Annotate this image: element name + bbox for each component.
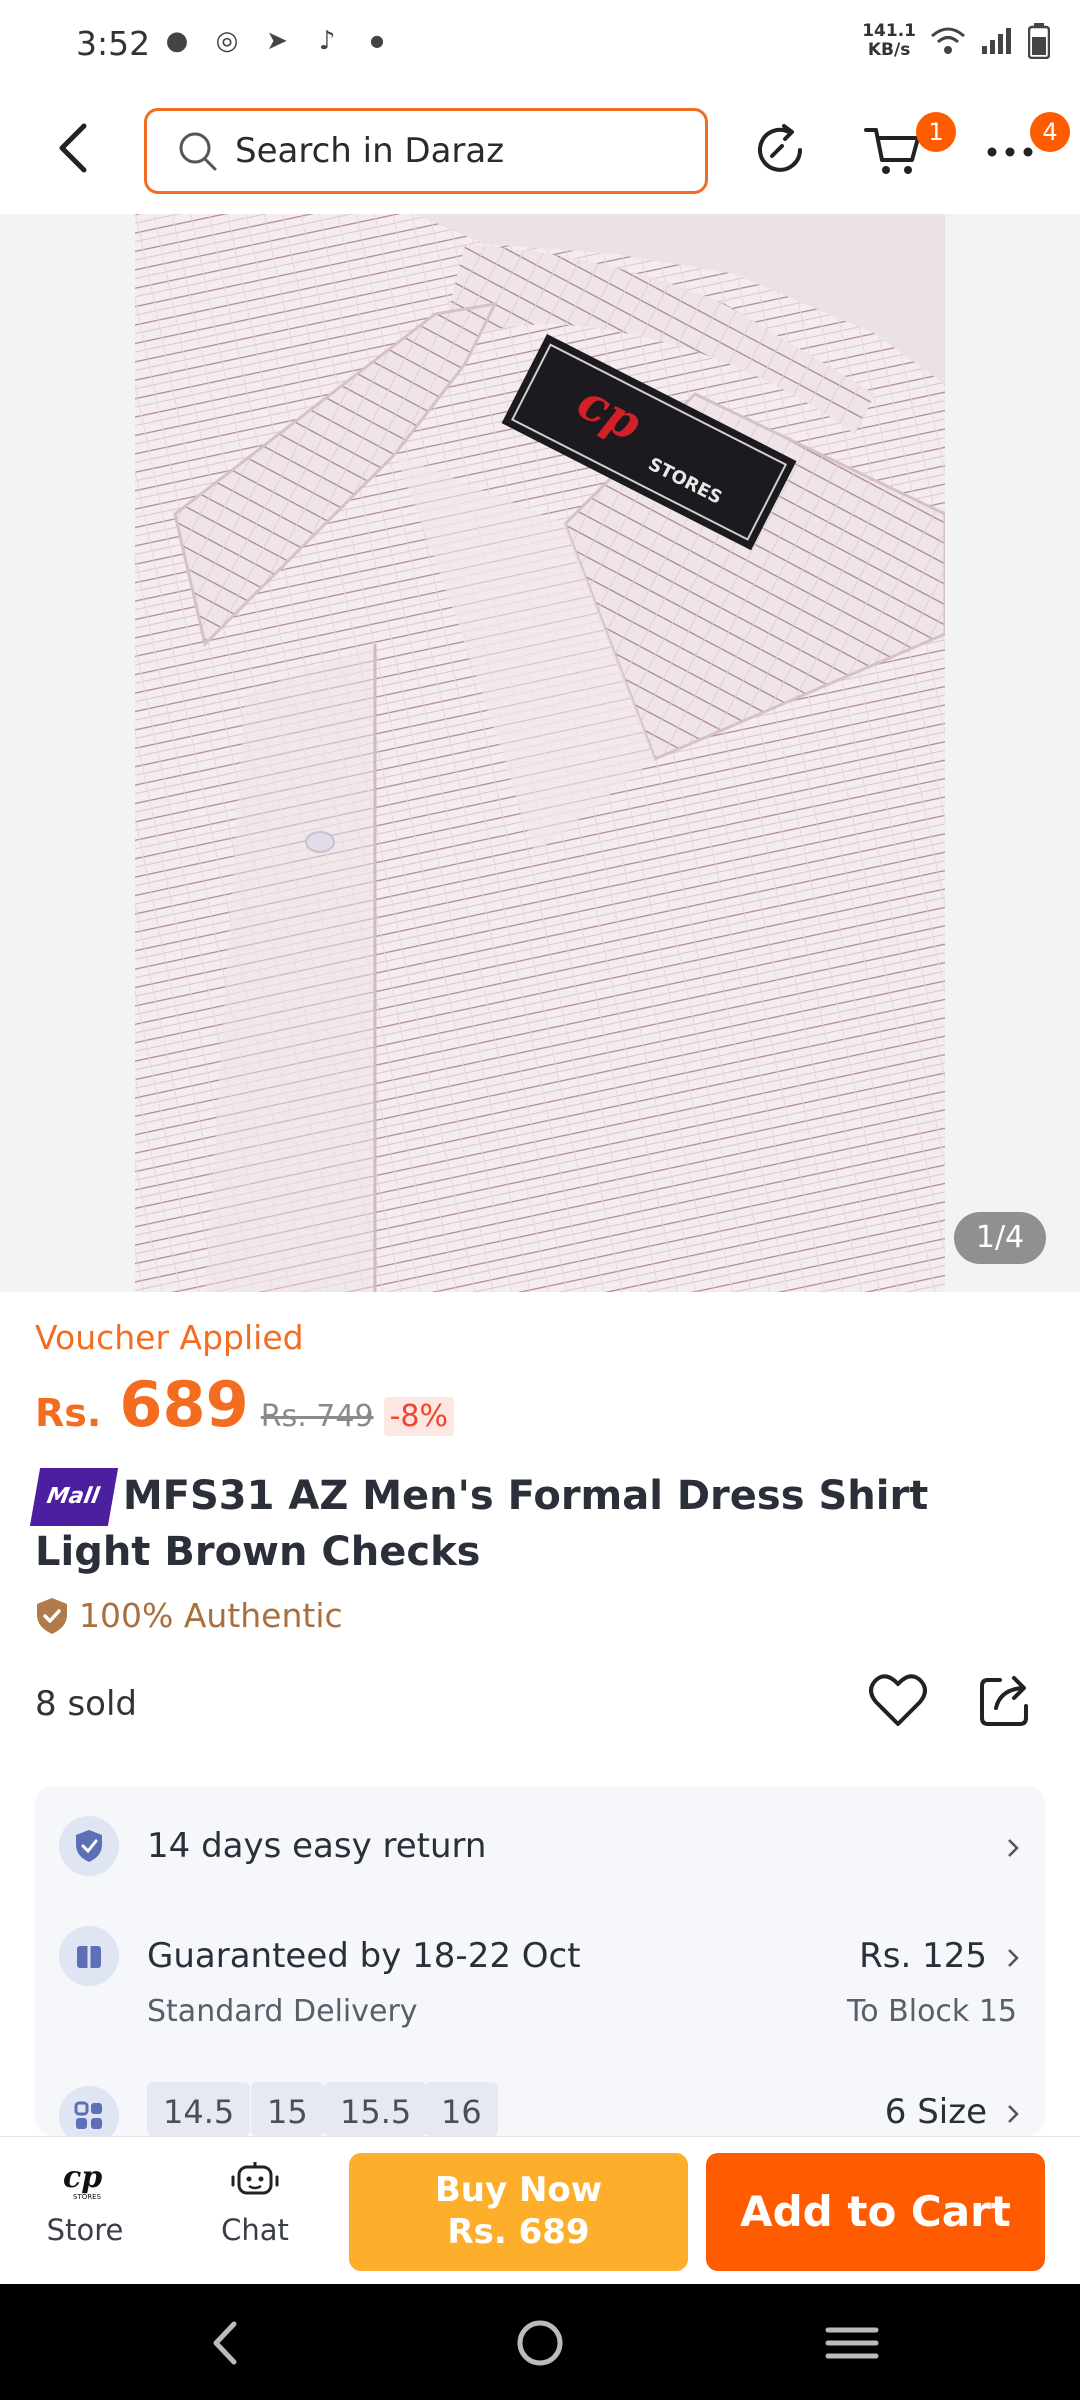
product-title: MFS31 AZ Men's Formal Dress Shirt Light …: [35, 1473, 929, 1575]
shield-check-icon: [37, 1597, 67, 1634]
buy-now-label: Buy Now: [434, 2170, 603, 2210]
size-option[interactable]: 15.5: [324, 2082, 428, 2136]
authentic-badge[interactable]: 100% Authentic: [35, 1596, 343, 1635]
original-price: Rs. 749: [260, 1399, 374, 1434]
cart-count-badge: 1: [916, 112, 956, 152]
chat-notification-icon: ●: [165, 26, 189, 56]
delivery-box-icon: [59, 1926, 119, 1986]
price-row: Rs. 689 Rs. 749 -8%: [35, 1368, 454, 1441]
telegram-icon: ➤: [266, 26, 288, 56]
tiktok-icon: ♪: [318, 26, 336, 56]
chat-button[interactable]: Chat: [200, 2159, 310, 2247]
image-counter: 1/4: [954, 1212, 1046, 1264]
chevron-right-icon: [1008, 1949, 1019, 1967]
network-speed: 141.1 KB/s: [862, 22, 916, 60]
back-arrow-icon[interactable]: [46, 118, 106, 178]
size-option[interactable]: 14.5: [147, 2082, 251, 2136]
product-image: cp STORES: [135, 214, 945, 1292]
buy-now-button[interactable]: Buy Now Rs. 689: [349, 2153, 688, 2271]
delivery-guarantee-text: Guaranteed by 18-22 Oct: [147, 1936, 581, 1976]
status-time: 3:52: [76, 24, 151, 63]
instagram-icon: ◎: [215, 26, 239, 56]
status-bar: 3:52 ● ◎ ➤ ♪ ● 141.1 KB/s: [0, 0, 1080, 88]
store-button[interactable]: cp STORES Store: [30, 2159, 140, 2247]
product-image-gallery[interactable]: cp STORES 1/4: [0, 214, 1080, 1292]
search-placeholder: Search in Daraz: [235, 131, 505, 171]
delivery-type-text: Standard Delivery: [147, 1994, 418, 2029]
buy-now-price: Rs. 689: [447, 2212, 590, 2252]
search-icon: [179, 132, 217, 171]
mall-badge: Mall: [29, 1468, 118, 1526]
return-shield-icon: [59, 1816, 119, 1876]
size-grid-icon: [59, 2086, 119, 2136]
delivery-fee: Rs. 125: [859, 1936, 987, 1976]
top-header: Search in Daraz 1 4: [0, 88, 1080, 214]
discount-badge: -8%: [383, 1397, 454, 1436]
chat-bot-icon: [231, 2162, 279, 2195]
battery-icon: [1028, 23, 1050, 59]
product-title-block: Mall MFS31 AZ Men's Formal Dress Shirt Li…: [29, 1468, 1045, 1578]
system-navigation-bar: [0, 2284, 1080, 2400]
bottom-action-bar: cp STORES Store Chat Buy Now Rs. 689 Add…: [0, 2136, 1080, 2284]
size-option[interactable]: 16: [425, 2082, 498, 2136]
return-policy-text: 14 days easy return: [147, 1826, 487, 1866]
nav-back-icon[interactable]: [198, 2318, 258, 2368]
heart-icon[interactable]: [868, 1672, 928, 1728]
svg-text:cp: cp: [63, 2160, 102, 2195]
voucher-label: Voucher Applied: [35, 1318, 304, 1357]
authentic-label: 100% Authentic: [79, 1596, 343, 1635]
share-icon[interactable]: [978, 1672, 1034, 1728]
sold-count: 8 sold: [35, 1684, 137, 1724]
more-notifications-icon: ●: [370, 31, 384, 50]
delivery-location: To Block 15: [847, 1994, 1017, 2029]
network-speed-unit: KB/s: [867, 40, 911, 60]
chevron-right-icon: [1008, 1839, 1019, 1857]
nav-home-icon[interactable]: [510, 2318, 570, 2368]
network-speed-value: 141.1: [862, 21, 916, 41]
nav-recents-icon[interactable]: [822, 2318, 882, 2368]
chevron-right-icon: [1008, 2105, 1019, 2123]
messages-count-badge: 4: [1030, 112, 1070, 152]
search-input[interactable]: Search in Daraz: [144, 108, 708, 194]
current-price: 689: [119, 1368, 249, 1441]
price-currency: Rs.: [35, 1391, 102, 1435]
store-label: Store: [46, 2213, 124, 2247]
svg-text:STORES: STORES: [73, 2193, 102, 2201]
size-option[interactable]: 15: [251, 2082, 324, 2136]
wifi-icon: [931, 27, 965, 54]
add-to-cart-button[interactable]: Add to Cart: [706, 2153, 1045, 2271]
notification-icons: ● ◎ ➤ ♪ ●: [162, 26, 392, 56]
signal-icon: [982, 28, 1011, 54]
chat-label: Chat: [221, 2213, 289, 2247]
history-icon[interactable]: [748, 118, 812, 182]
store-logo-icon: cp STORES: [63, 2160, 102, 2201]
system-indicators: 141.1 KB/s: [862, 22, 1050, 60]
size-count: 6 Size: [884, 2092, 987, 2132]
